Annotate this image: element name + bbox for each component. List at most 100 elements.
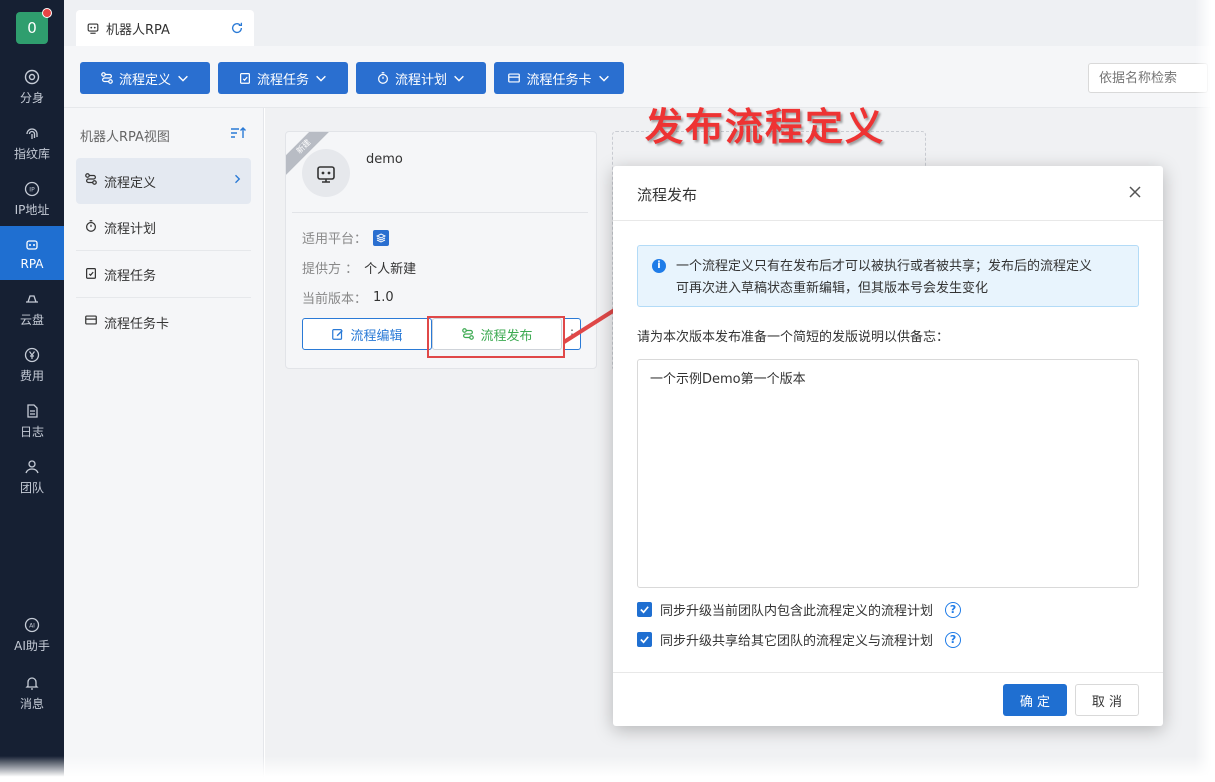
robot-icon [23,236,41,254]
divider [613,672,1163,673]
ip-icon: IP [23,180,41,198]
tab-rpa[interactable]: 机器人RPA [76,10,254,46]
notification-dot [42,8,52,18]
chevron-right-icon [231,173,243,189]
nav-item-clone[interactable]: 分身 [0,60,64,114]
panel-title: 机器人RPA视图 [80,130,170,145]
nav-label: RPA [20,256,44,271]
card-icon [508,73,521,83]
sort-icon[interactable] [230,126,246,144]
ai-icon: AI [23,616,41,634]
tab-label: 机器人RPA [106,22,170,38]
toolbar-label: 流程任务卡 [526,72,592,88]
edit-flow-button[interactable]: 流程编辑 [302,318,432,350]
version-label: 当前版本： [302,292,368,307]
cancel-button[interactable]: 取 消 [1075,684,1139,716]
checkbox-checked[interactable] [637,632,652,647]
refresh-icon[interactable] [230,21,244,35]
sync-shared-option[interactable]: 同步升级共享给其它团队的流程定义与流程计划 ? [637,630,962,649]
avatar-text: 0 [27,19,37,37]
flow-plan-dropdown[interactable]: 流程计划 [356,62,486,94]
nav-label: 消息 [19,697,44,711]
version-value: 1.0 [373,290,394,305]
confirm-button[interactable]: 确 定 [1003,684,1067,716]
version-row: 当前版本： 1.0 [302,288,394,307]
help-icon[interactable]: ? [945,631,962,648]
checkbox-checked[interactable] [637,602,652,617]
toolbar-label: 流程定义 [118,72,171,88]
avatar[interactable]: 0 [16,8,52,44]
robot-icon [302,149,350,197]
sidebar-item-flow-plan[interactable]: 流程计划 [76,205,251,251]
nav-item-cloud[interactable]: 云盘 [0,282,64,336]
clipboard-check-icon [84,266,98,284]
chevron-down-icon [598,75,609,82]
log-icon [23,402,41,420]
toolbar-label: 流程计划 [394,72,447,88]
nav-label: 分身 [19,91,44,105]
layers-icon [373,229,390,246]
nav-item-rpa[interactable]: RPA [0,226,64,280]
nav-label: 日志 [19,425,44,439]
stopwatch-icon [84,219,98,237]
help-icon[interactable]: ? [945,601,962,618]
svg-text:AI: AI [29,623,35,630]
chevron-down-icon [178,75,188,82]
search-input[interactable] [1088,63,1208,93]
toolbar-label: 流程任务 [256,72,309,88]
nav-label: 团队 [19,481,44,495]
rpa-view-panel: 机器人RPA视图 流程定义 流程计划 流程任务 流程任务卡 [64,108,264,782]
sync-team-plans-option[interactable]: 同步升级当前团队内包含此流程定义的流程计划 ? [637,600,962,619]
platform-label: 适用平台： [302,232,368,247]
nav-label: 云盘 [19,313,44,327]
info-line-2: 可再次进入草稿状态重新编辑，但其版本号会发生变化 [676,281,989,296]
release-notes-input[interactable]: 一个示例Demo第一个版本 [637,359,1139,588]
annotation-text: 发布流程定义 [645,105,886,149]
edit-icon [332,329,344,340]
nav-label: 费用 [19,369,44,383]
nav-item-message[interactable]: 消息 [0,666,64,720]
divider [613,220,1163,221]
info-icon: i [652,259,666,273]
team-icon [23,458,41,476]
provider-value: 个人新建 [364,262,417,277]
torn-edge-bottom [0,756,1215,782]
flow-icon [84,172,98,190]
flow-icon [101,72,113,84]
nav-item-ai[interactable]: AI AI助手 [0,608,64,662]
sidebar-item-flow-task-card[interactable]: 流程任务卡 [76,299,251,345]
nav-item-log[interactable]: 日志 [0,394,64,448]
chevron-down-icon [454,75,464,82]
nav-label: 指纹库 [13,147,50,161]
svg-text:IP: IP [29,187,35,194]
flow-definition-dropdown[interactable]: 流程定义 [80,62,210,94]
yen-icon [23,346,41,364]
publish-dialog: 流程发布 i 一个流程定义只有在发布后才可以被执行或者被共享；发布后的流程定义 … [613,166,1163,726]
close-icon[interactable] [1127,184,1143,200]
bell-icon [23,674,41,692]
sidebar-item-flow-task[interactable]: 流程任务 [76,252,251,298]
nav-item-team[interactable]: 团队 [0,450,64,504]
sidebar-item-flow-definition[interactable]: 流程定义 [76,158,251,204]
robot-icon [86,21,100,35]
checkbox-label: 同步升级共享给其它团队的流程定义与流程计划 [660,634,934,649]
flow-task-dropdown[interactable]: 流程任务 [218,62,348,94]
divider [292,212,588,213]
info-alert: i 一个流程定义只有在发布后才可以被执行或者被共享；发布后的流程定义 可再次进入… [637,245,1139,307]
nav-label: AI助手 [14,639,50,653]
nav-item-cost[interactable]: 费用 [0,338,64,392]
flow-task-card-dropdown[interactable]: 流程任务卡 [494,62,624,94]
sidebar-item-label: 流程任务 [104,269,157,284]
highlight-box [427,316,565,358]
info-line-1: 一个流程定义只有在发布后才可以被执行或者被共享；发布后的流程定义 [676,259,1093,274]
clipboard-check-icon [239,73,250,84]
sidebar-item-label: 流程定义 [104,175,157,191]
platform-row: 适用平台： [302,228,390,247]
nav-item-ip[interactable]: IP IP地址 [0,172,64,226]
provider-label: 提供方 ： [302,262,359,277]
left-nav: 0 分身 指纹库 IP IP地址 RPA 云盘 费用 日志 团队 AI AI助手… [0,0,64,782]
checkbox-label: 同步升级当前团队内包含此流程定义的流程计划 [660,604,934,619]
nav-item-fingerprint[interactable]: 指纹库 [0,116,64,170]
notes-label: 请为本次版本发布准备一个简短的发版说明以供备忘： [637,330,950,345]
sidebar-item-label: 流程任务卡 [104,316,170,332]
